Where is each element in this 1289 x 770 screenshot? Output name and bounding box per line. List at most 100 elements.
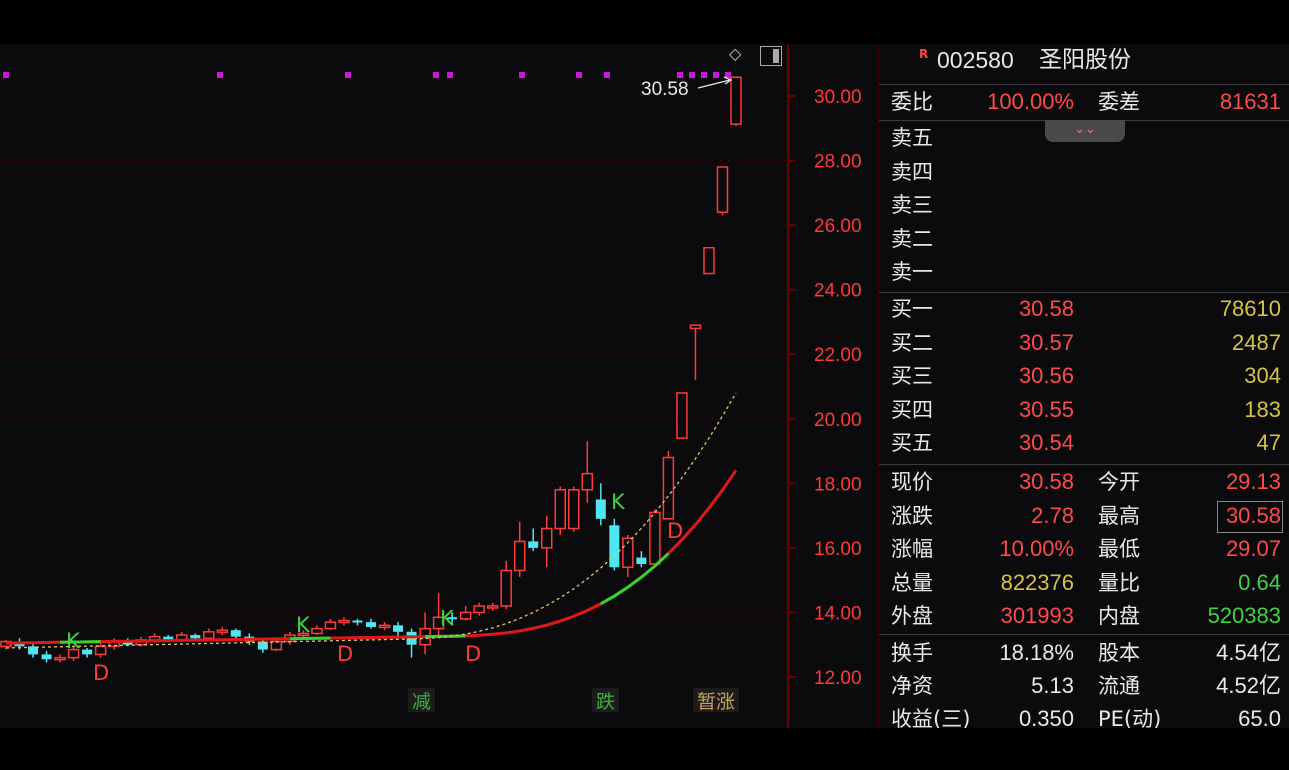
signal-dot [677,72,683,78]
candle-body[interactable] [393,625,404,632]
stat-value: 10.00% [999,536,1074,561]
stat-value: 29.13 [1225,469,1281,494]
price-tick-label: 26.00 [814,216,862,237]
candle-body[interactable] [216,629,229,633]
candle-body[interactable] [338,619,350,624]
divider [879,634,1289,635]
candle-body[interactable] [649,511,661,565]
price-tick-label: 22.00 [814,345,862,366]
divider [879,464,1289,465]
stock-logo-icon: R [919,47,929,61]
candle-body[interactable] [270,640,283,651]
expand-order-book-button[interactable]: ⌄⌄ [1045,120,1125,142]
candle-body[interactable] [41,654,52,660]
kline-chart-area[interactable]: 30.00 28.00 26.00 24.00 22.00 20.00 18.00 16.00… [0,44,878,728]
candle-body[interactable] [486,605,499,609]
signal-dot [519,72,525,78]
candle-body[interactable] [662,456,675,520]
candle-body[interactable] [730,76,742,125]
candle-body[interactable] [366,622,376,627]
sell-level-label: 卖一 [891,260,933,284]
candle-body[interactable] [324,621,337,630]
stat-label: 量比 [1098,570,1140,595]
candle-body[interactable] [459,611,472,620]
stat-value: 2.78 [1031,502,1074,528]
stat-label: 总量 [891,570,933,595]
fundamental-value: 4.52亿 [1216,673,1281,698]
candle-body[interactable] [528,541,539,548]
kline-chart[interactable]: 30.00 28.00 26.00 24.00 22.00 20.00 18.00 16.00… [0,44,878,728]
signal-dot [217,72,223,78]
buy-level-price: 30.55 [1018,396,1074,422]
stat-label: 最低 [1098,537,1140,561]
stat-label: 内盘 [1098,604,1140,628]
candle-body[interactable] [203,631,215,640]
candle-body[interactable] [500,569,512,607]
candle-body[interactable] [568,489,580,530]
fundamental-label: 净资 [891,674,933,698]
stat-label: 涨幅 [891,537,933,561]
candle-body[interactable] [581,472,594,491]
sell-level-label: 卖三 [891,193,933,217]
price-tick-label: 16.00 [814,539,862,560]
price-tick-label: 28.00 [814,152,862,173]
stat-value: 29.07 [1225,536,1281,561]
candle-body[interactable] [94,645,107,656]
candle-body[interactable] [190,635,201,639]
signal-dot [345,72,351,78]
candle-body[interactable] [352,620,363,623]
divider [879,292,1289,293]
candle-body[interactable] [540,527,553,549]
fundamental-label: 股本 [1098,641,1140,665]
price-tick-label: 30.00 [814,87,862,108]
stat-label: 今开 [1098,470,1140,494]
buy-level-volume: 183 [1244,396,1281,422]
candle-body[interactable] [636,557,647,565]
candle-body[interactable] [230,630,241,637]
buy-level-price: 30.56 [1018,363,1074,388]
candle-body[interactable] [703,246,715,275]
event-label: 暂涨 [697,691,735,713]
fundamental-value: 18.18% [999,640,1074,665]
price-tick-label: 12.00 [814,668,862,689]
d-signal-marker: D [337,642,353,666]
signal-dot [701,72,707,78]
signal-dot [447,72,453,78]
buy-level-label: 买三 [891,364,933,388]
candle-body[interactable] [513,540,526,572]
buy-level-volume: 2487 [1232,329,1281,355]
fundamental-value: 65.0 [1238,706,1281,728]
divider [879,84,1289,85]
candle-body[interactable] [311,627,323,635]
stock-name: 圣阳股份 [1039,47,1131,73]
quote-panel: R 002580 圣阳股份 委比 100.00% 委差 81631 ⌄⌄ 卖五卖… [878,44,1289,728]
signal-dot [3,72,9,78]
stat-label: 涨跌 [891,503,933,528]
commit-diff-label: 委差 [1098,90,1140,114]
price-tick-label: 14.00 [814,603,862,624]
price-tick-label: 18.00 [814,474,862,495]
candle-body[interactable] [473,605,485,614]
candle-body[interactable] [609,525,620,568]
diamond-icon[interactable]: ◇ [729,46,741,62]
buy-level-label: 买五 [891,431,933,455]
candle-body[interactable] [716,166,729,213]
buy-level-volume: 47 [1256,430,1281,455]
buy-level-label: 买四 [891,397,933,422]
buy-level-price: 30.58 [1018,296,1074,321]
candle-body[interactable] [378,624,391,629]
signal-dot [604,72,610,78]
candle-body[interactable] [54,656,66,661]
candle-body[interactable] [82,649,93,655]
stat-value: 822376 [1000,569,1074,595]
panel-toggle-icon[interactable] [760,46,782,66]
candle-body[interactable] [676,392,688,439]
d-signal-marker: D [667,519,683,543]
candle-body[interactable] [554,489,567,530]
sell-level-label: 卖四 [891,159,933,184]
candle-body[interactable] [689,324,702,330]
stat-label: 现价 [891,470,933,494]
last-price-tag: 30.58 [641,79,689,100]
candle-body[interactable] [595,499,606,519]
price-tick-label: 20.00 [814,410,862,431]
